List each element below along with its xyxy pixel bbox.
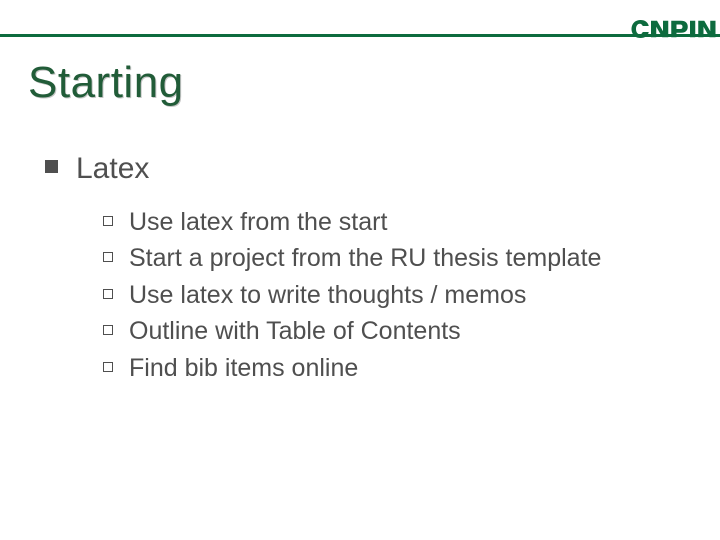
square-bullet-icon [45,160,58,173]
slide-title: Starting [28,58,184,108]
list-item: Use latex from the start [103,206,680,239]
list-item-label: Start a project from the RU thesis templ… [129,242,601,275]
list-item-label: Use latex from the start [129,206,387,239]
slide: Starting Latex Use latex from the start … [0,0,720,540]
brand-logo [630,14,720,44]
list-item: Outline with Table of Contents [103,315,680,348]
brand-logo-icon [630,14,720,44]
hollow-square-bullet-icon [103,252,113,262]
list-item: Start a project from the RU thesis templ… [103,242,680,275]
hollow-square-bullet-icon [103,325,113,335]
list-item: Latex [45,150,680,188]
list-item-label: Outline with Table of Contents [129,315,461,348]
list-item-label: Find bib items online [129,352,358,385]
list-item: Use latex to write thoughts / memos [103,279,680,312]
slide-body: Latex Use latex from the start Start a p… [45,150,680,388]
list-item-label: Latex [76,150,149,188]
list-item-label: Use latex to write thoughts / memos [129,279,526,312]
hollow-square-bullet-icon [103,216,113,226]
hollow-square-bullet-icon [103,289,113,299]
header-divider [0,34,720,37]
hollow-square-bullet-icon [103,362,113,372]
sublist: Use latex from the start Start a project… [103,206,680,385]
list-item: Find bib items online [103,352,680,385]
